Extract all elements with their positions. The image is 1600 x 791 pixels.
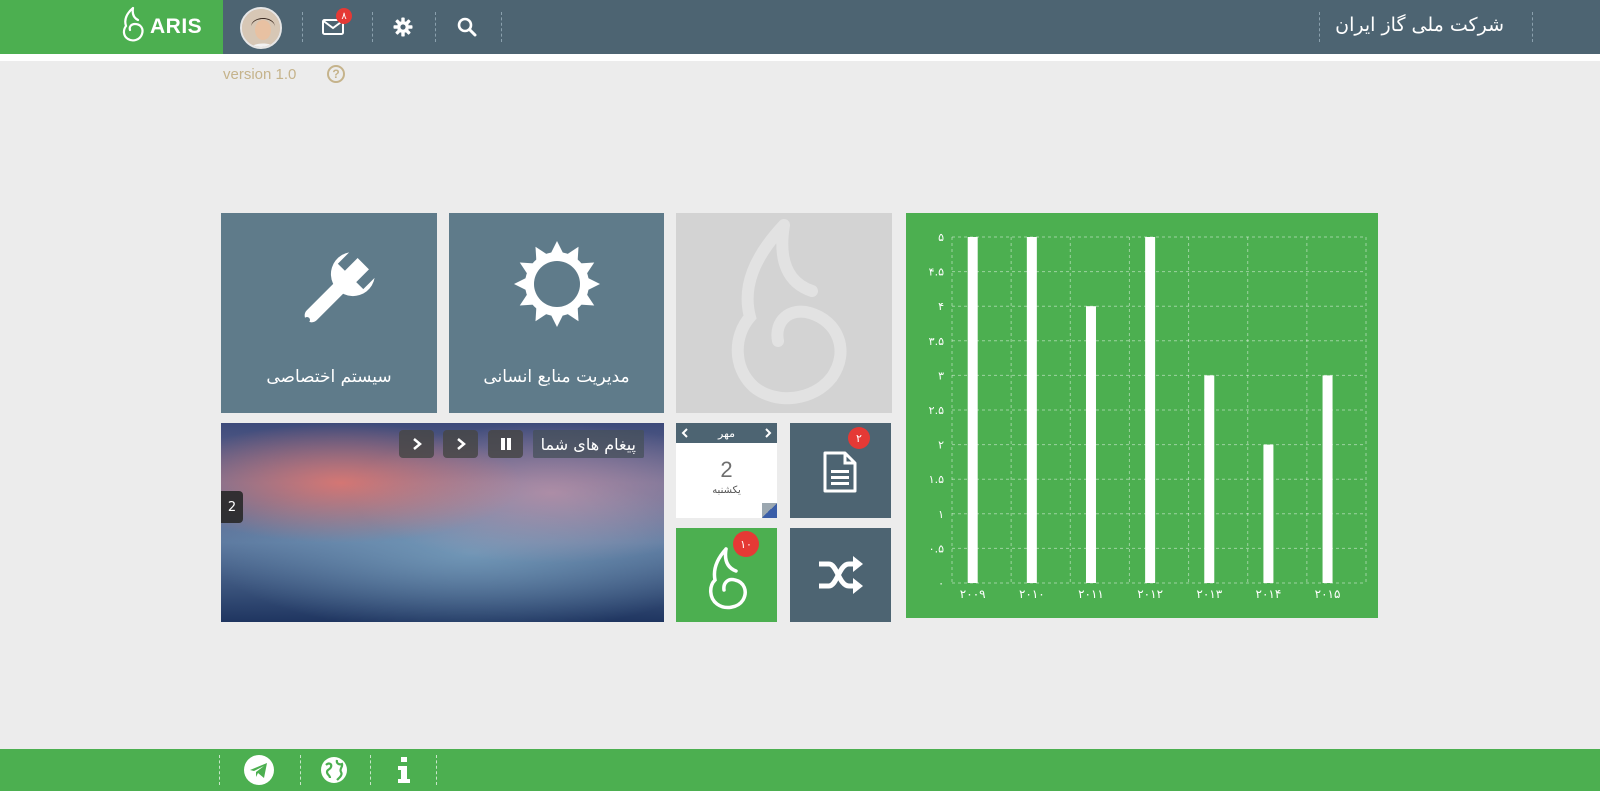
info-icon <box>398 757 410 783</box>
tile-custom-system[interactable]: سیستم اختصاصی <box>221 213 437 413</box>
divider <box>302 12 303 42</box>
settings-button[interactable] <box>391 15 415 39</box>
x-tick-label: ۲۰۱۳ <box>1196 587 1222 601</box>
tile-shuffle[interactable] <box>790 528 891 622</box>
website-button[interactable] <box>318 754 350 786</box>
search-icon <box>457 17 477 37</box>
y-tick-label: ۱ <box>938 508 944 521</box>
calendar-header: مهر <box>676 423 777 443</box>
x-tick-label: ۲۰۱۴ <box>1256 587 1282 601</box>
chart-bar[interactable] <box>1085 306 1096 583</box>
bar-chart-svg: ۰ ۰.۵ ۱ ۱.۵ ۲ ۲.۵ ۳ ۳.۵ ۴ ۴.۵ ۵ ۲۰۰۹ ۲۰۱۰ ۲۰۱۱ ۲۰۱۲ ۲۰۱… <box>929 231 1367 601</box>
messages-slider[interactable]: پیغام های شما 2 <box>221 423 664 622</box>
chart-bar[interactable] <box>1204 375 1215 583</box>
x-tick-label: ۲۰۱۲ <box>1137 587 1163 601</box>
chevron-right-icon <box>412 438 422 450</box>
gear-icon <box>393 17 413 37</box>
chart-bar[interactable] <box>1263 444 1274 583</box>
globe-icon <box>321 757 347 783</box>
x-tick-label: ۲۰۰۹ <box>960 587 986 601</box>
divider <box>501 12 502 42</box>
user-avatar-image <box>242 9 280 47</box>
tile-custom-system-label: سیستم اختصاصی <box>266 367 392 387</box>
tile-documents[interactable]: ۲ <box>790 423 891 518</box>
company-name: شرکت ملی گاز ایران <box>1335 14 1504 36</box>
x-tick-label: ۲۰۱۱ <box>1078 587 1104 601</box>
info-button[interactable] <box>388 754 420 786</box>
tile-aris-logo-placeholder[interactable] <box>676 213 892 413</box>
help-icon[interactable]: ? <box>327 65 345 83</box>
top-bar: ARIS ۸ شرکت ملی گاز ایران <box>0 0 1600 61</box>
calendar-weekday: یکشنبه <box>712 485 741 496</box>
avatar[interactable] <box>240 7 282 49</box>
slider-next-button[interactable] <box>399 430 434 458</box>
y-tick-label: ۵ <box>938 231 944 244</box>
chart-bar[interactable] <box>967 237 978 583</box>
divider <box>436 755 437 785</box>
slider-prev-button[interactable] <box>443 430 478 458</box>
tile-hr-management-label: مدیریت منابع انسانی <box>483 367 630 387</box>
divider <box>1532 12 1533 42</box>
sun-icon <box>514 241 600 327</box>
aris-app-badge: ۱۰ <box>733 531 759 557</box>
brand-logo[interactable]: ARIS <box>0 0 223 54</box>
y-tick-label: ۲ <box>938 439 944 452</box>
divider <box>370 755 371 785</box>
pause-icon <box>500 438 511 450</box>
search-button[interactable] <box>455 15 479 39</box>
x-tick-label: ۲۰۱۵ <box>1315 587 1341 601</box>
y-tick-label: ۰.۵ <box>929 542 944 555</box>
aris-logo-icon <box>122 6 144 42</box>
slider-pause-button[interactable] <box>488 430 523 458</box>
divider <box>372 12 373 42</box>
y-tick-label: ۰ <box>938 577 944 590</box>
slider-title: پیغام های شما <box>532 430 644 458</box>
tile-aris-app[interactable]: ۱۰ <box>676 528 777 622</box>
telegram-icon <box>244 755 274 785</box>
divider <box>300 755 301 785</box>
x-tick-label: ۲۰۱۰ <box>1019 587 1045 601</box>
mail-badge: ۸ <box>336 8 352 24</box>
page-fold-decoration <box>762 503 777 518</box>
chart-bar[interactable] <box>1322 375 1333 583</box>
divider <box>435 12 436 42</box>
divider <box>219 755 220 785</box>
chart-bar[interactable] <box>1145 237 1156 583</box>
y-tick-label: ۳ <box>938 369 944 382</box>
documents-badge: ۲ <box>848 427 870 449</box>
header-underline <box>0 54 1600 61</box>
aris-logo-watermark-icon <box>731 219 847 405</box>
y-tick-label: ۴ <box>938 300 944 313</box>
slider-counter: 2 <box>221 491 243 523</box>
chevron-right-icon <box>456 438 466 450</box>
y-tick-label: ۲.۵ <box>929 404 944 417</box>
calendar-day: 2 <box>720 457 733 482</box>
telegram-button[interactable] <box>243 754 275 786</box>
footer-bar <box>0 749 1600 791</box>
calendar-month: مهر <box>717 426 736 440</box>
chart-bar[interactable] <box>1026 237 1037 583</box>
y-tick-label: ۴.۵ <box>929 266 944 279</box>
y-tick-label: ۳.۵ <box>929 335 944 348</box>
chevron-left-icon[interactable] <box>681 428 689 438</box>
wrench-icon <box>304 252 375 323</box>
y-tick-label: ۱.۵ <box>929 473 944 486</box>
mail-button[interactable]: ۸ <box>321 8 352 39</box>
tile-hr-management[interactable]: مدیریت منابع انسانی <box>449 213 664 413</box>
shuffle-icon <box>819 556 863 594</box>
chevron-right-icon[interactable] <box>764 428 772 438</box>
document-icon <box>823 451 857 493</box>
brand-text: ARIS <box>150 15 203 38</box>
calendar-widget[interactable]: مهر 2 یکشنبه <box>676 423 777 518</box>
bar-chart: ۰ ۰.۵ ۱ ۱.۵ ۲ ۲.۵ ۳ ۳.۵ ۴ ۴.۵ ۵ ۲۰۰۹ ۲۰۱۰ ۲۰۱۱ ۲۰۱۲ ۲۰۱… <box>906 213 1378 618</box>
divider <box>1319 12 1320 42</box>
version-label: version 1.0 <box>223 66 297 83</box>
